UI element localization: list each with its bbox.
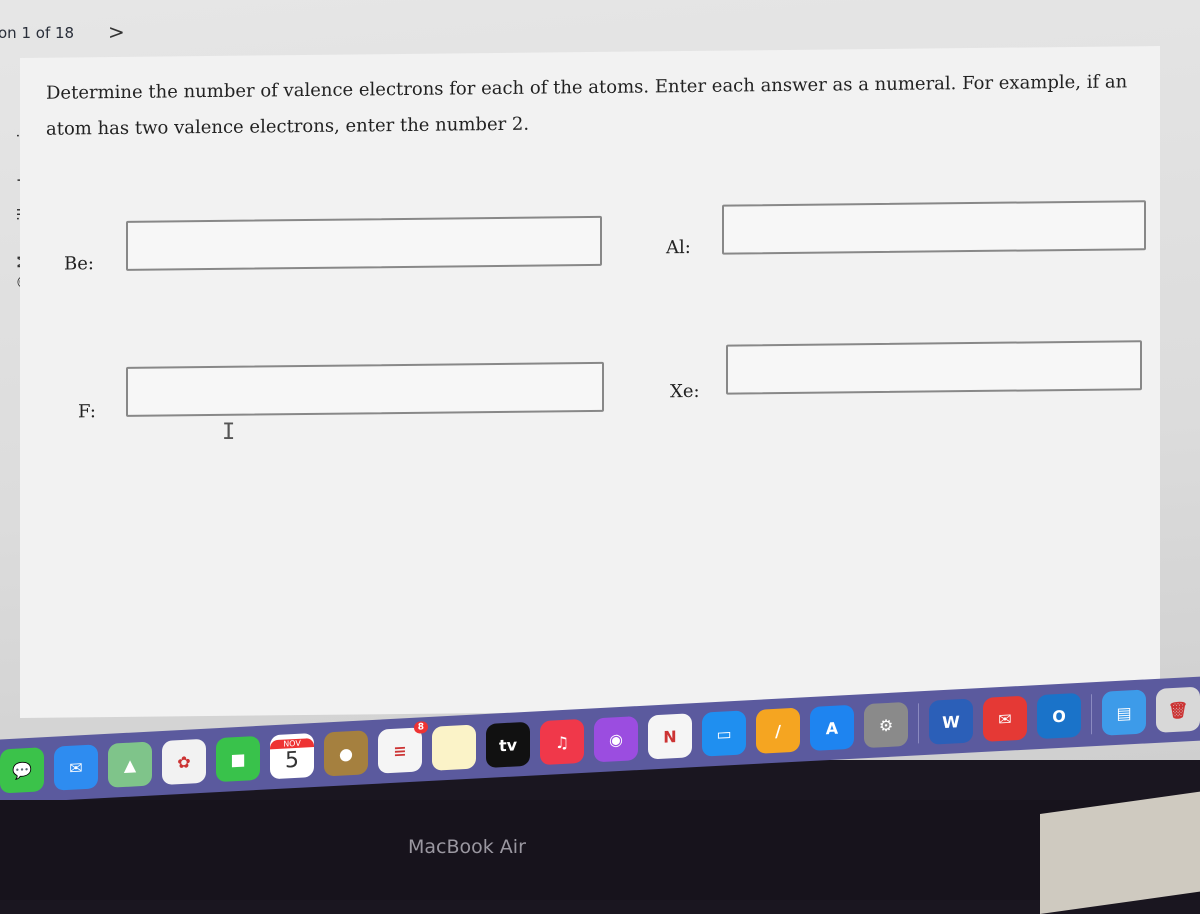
facetime-icon: ■ <box>230 749 246 769</box>
downloads-icon: ▤ <box>1116 702 1132 723</box>
dock-app-notes[interactable] <box>432 724 476 771</box>
messages-icon: 💬 <box>12 760 32 781</box>
be-label: Be: <box>64 253 94 275</box>
laptop-bezel <box>0 800 1200 900</box>
podcasts-icon: ◉ <box>609 729 623 750</box>
maps-icon: ▲ <box>123 754 137 775</box>
text-cursor-icon: I <box>222 420 236 445</box>
dock-app-contacts[interactable]: ● <box>324 730 368 777</box>
dock-app-downloads[interactable]: ▤ <box>1102 689 1146 736</box>
dock-app-microsoft-word[interactable]: W <box>929 698 973 745</box>
microsoft-word-icon: W <box>942 711 960 732</box>
reminders-icon: ≡ <box>393 740 407 761</box>
dock-app-music[interactable]: ♫ <box>540 718 584 766</box>
f-answer-field[interactable] <box>126 361 604 417</box>
contacts-icon: ● <box>339 743 353 764</box>
dock-app-news[interactable]: N <box>648 713 692 760</box>
calendar-day: 5 <box>285 747 299 774</box>
al-answer-field[interactable] <box>722 200 1146 255</box>
pages-icon: / <box>775 721 781 741</box>
dock-app-mail[interactable]: ✉ <box>54 744 98 791</box>
device-brand: MacBook Air <box>408 836 526 858</box>
f-label: F: <box>78 401 96 423</box>
dock-app-apple-tv[interactable]: tv <box>486 721 530 769</box>
question-prompt: Determine the number of valence electron… <box>46 71 1128 140</box>
be-answer-input[interactable] <box>128 217 600 269</box>
dock-app-microsoft-outlook[interactable]: O <box>1037 692 1081 740</box>
dock-app-keynote[interactable]: ▭ <box>702 710 746 757</box>
apple-tv-icon: tv <box>498 734 518 755</box>
dock-app-airmail[interactable]: ✉ <box>983 695 1027 742</box>
dock-app-photos[interactable]: ✿ <box>162 738 206 785</box>
dock-app-system-preferences[interactable]: ⚙ <box>864 701 908 749</box>
dock-app-messages[interactable]: 💬 <box>0 747 44 794</box>
music-icon: ♫ <box>554 732 570 752</box>
dock-separator <box>1091 694 1092 735</box>
xe-answer-input[interactable] <box>728 342 1140 393</box>
dock-separator <box>918 703 919 744</box>
dock-app-calendar[interactable]: NOV 5 <box>270 733 314 780</box>
trash-icon: 🗑 <box>1167 699 1189 720</box>
notification-badge: 8 <box>413 721 428 734</box>
xe-answer-field[interactable] <box>726 340 1142 395</box>
al-label: Al: <box>666 236 691 259</box>
be-answer-field[interactable] <box>126 215 602 271</box>
mail-icon: ✉ <box>69 757 83 778</box>
dock-app-trash[interactable]: 🗑 <box>1156 686 1200 733</box>
airmail-icon: ✉ <box>998 708 1012 729</box>
browser-screen: on 1 of 18 > © Macmillan Learning Determ… <box>0 0 1200 760</box>
chevron-right-icon[interactable]: > <box>108 20 125 44</box>
news-icon: N <box>663 726 677 747</box>
app-store-icon: A <box>825 718 839 738</box>
question-card: Determine the number of valence electron… <box>20 46 1160 718</box>
question-counter: on 1 of 18 <box>0 24 75 42</box>
system-preferences-icon: ⚙ <box>878 715 894 735</box>
keynote-icon: ▭ <box>716 723 732 744</box>
xe-label: Xe: <box>670 380 700 403</box>
dock-app-maps[interactable]: ▲ <box>108 741 152 788</box>
dock-app-reminders[interactable]: ≡ 8 <box>378 721 428 774</box>
question-nav: on 1 of 18 > <box>0 18 1200 50</box>
dock-app-pages[interactable]: / <box>756 707 800 754</box>
photos-icon: ✿ <box>177 751 191 772</box>
dock-app-app-store[interactable]: A <box>810 704 854 752</box>
dock-app-podcasts[interactable]: ◉ <box>594 716 638 763</box>
f-answer-input[interactable] <box>128 363 602 415</box>
al-answer-input[interactable] <box>724 202 1144 253</box>
dock-app-facetime[interactable]: ■ <box>216 735 260 783</box>
microsoft-outlook-icon: O <box>1052 706 1066 726</box>
